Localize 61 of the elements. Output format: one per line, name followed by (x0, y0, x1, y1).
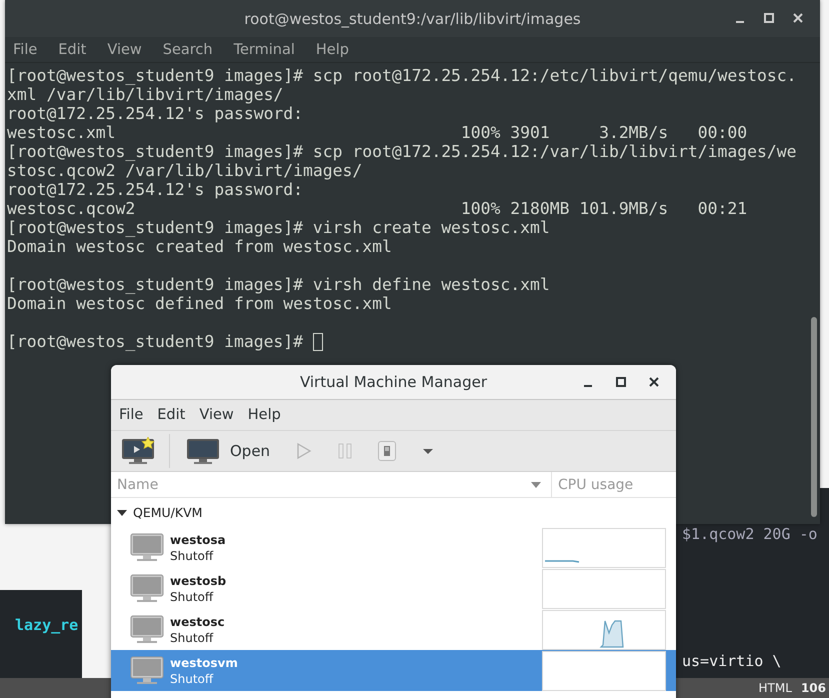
menu-item[interactable]: View (199, 407, 234, 423)
code-text: lazy_re (15, 616, 78, 634)
monitor-icon (130, 574, 164, 604)
vm-status: Shutoff (170, 548, 214, 564)
terminal-line: westosc.qcow2 100% 2180MB 101.9MB/s 00:21 (7, 199, 748, 218)
vm-row[interactable]: westosb Shutoff (111, 568, 676, 609)
vm-status: Shutoff (170, 588, 214, 604)
monitor-icon (130, 532, 164, 562)
menu-item[interactable]: Help (248, 407, 281, 423)
terminal-line: [root@westos_student9 images]# (7, 332, 304, 351)
vm-name: westosvm (170, 654, 239, 670)
terminal-line: [root@westos_student9 images]# virsh create westosc.xml (7, 218, 551, 237)
terminal-line: westosc.xml 100% 3901 3.2MB/s 00:00 (7, 123, 748, 142)
play-icon (296, 442, 312, 460)
vm-name: westosa (170, 532, 227, 548)
menu-item[interactable]: Edit (157, 407, 186, 423)
monitor-icon (130, 614, 164, 644)
terminal-line: [root@westos_student9 images]# scp root@172.25.254.12:/etc/libvirt/qemu/westosc. (7, 66, 798, 85)
status-text: 106 (800, 681, 826, 695)
menu-item[interactable]: Help (316, 42, 349, 58)
terminal-line: [root@westos_student9 images]# virsh define westosc.xml (7, 275, 551, 294)
tree-row[interactable]: QEMU/KVM (111, 498, 676, 527)
monitor-star-icon (121, 437, 155, 465)
open-button[interactable]: Open (186, 437, 270, 465)
vm-name: westosc (170, 614, 226, 630)
new-vm-button[interactable] (121, 437, 155, 465)
code-text: $1.qcow2 20G -o (682, 525, 818, 543)
code-text: us=virtio \ (682, 652, 782, 670)
terminal-line: stosc.qcow2 /var/lib/libvirt/images/ (7, 161, 364, 180)
close-button[interactable] (648, 376, 660, 388)
vm-status: Shutoff (170, 670, 214, 686)
scrollbar-thumb[interactable] (811, 317, 817, 517)
sort-caret-icon (531, 482, 541, 488)
shutdown-button[interactable] (378, 441, 396, 461)
menu-item[interactable]: Terminal (234, 42, 295, 58)
terminal-line: Domain westosc created from westosc.xml (7, 237, 393, 256)
terminal-line: xml /var/lib/libvirt/images/ (7, 85, 284, 104)
terminal-line: Domain westosc defined from westosc.xml (7, 294, 393, 313)
window-title: Virtual Machine Manager (300, 373, 488, 391)
status-text: HTML (758, 681, 792, 695)
menu-item[interactable]: File (13, 42, 38, 58)
terminal-line: root@172.25.254.12's password: (7, 104, 304, 123)
dropdown-button[interactable] (422, 447, 434, 455)
monitor-icon (186, 437, 220, 465)
pause-icon (338, 443, 352, 459)
vm-row[interactable]: westosc Shutoff (111, 609, 676, 650)
vm-name: westosb (170, 572, 228, 588)
menu-item[interactable]: Search (162, 42, 213, 58)
terminal-line: root@172.25.254.12's password: (7, 180, 304, 199)
menu-item[interactable]: Edit (58, 42, 86, 58)
menu-item[interactable]: View (107, 42, 142, 58)
switch-icon (383, 445, 392, 457)
menu-item[interactable]: File (119, 407, 144, 423)
window-title: root@westos_student9:/var/lib/libvirt/images (244, 10, 581, 28)
caret-icon (422, 447, 434, 455)
vm-row[interactable]: westosa Shutoff (111, 527, 676, 568)
maximize-button[interactable] (615, 376, 627, 388)
expander-down-icon[interactable] (117, 508, 127, 518)
terminal-line: [root@westos_student9 images]# scp root@172.25.254.12:/var/lib/libvirt/images/we (7, 142, 798, 161)
vm-status: Shutoff (170, 630, 214, 646)
monitor-icon (130, 656, 164, 686)
